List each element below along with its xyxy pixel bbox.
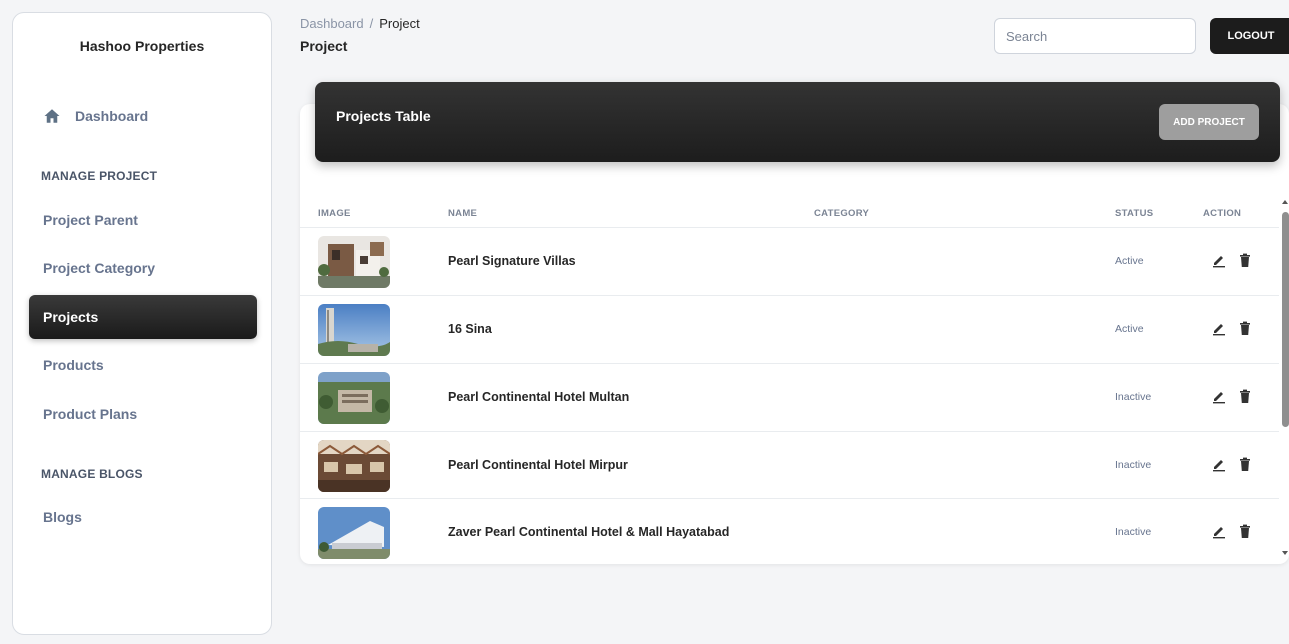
search-input[interactable]	[994, 18, 1196, 54]
table-scrollbar[interactable]	[1281, 200, 1289, 555]
scroll-down-arrow-icon[interactable]	[1282, 551, 1288, 555]
sidebar-item-project-parent[interactable]: Project Parent	[29, 198, 257, 242]
trash-icon[interactable]	[1237, 388, 1253, 404]
table-row: 16 Sina Active	[300, 295, 1279, 363]
column-header-category: CATEGORY	[814, 208, 870, 219]
table-row: Pearl Signature Villas Active	[300, 227, 1279, 295]
column-header-status: STATUS	[1115, 208, 1154, 219]
add-project-button[interactable]: ADD PROJECT	[1159, 104, 1259, 140]
status-badge: Active	[1115, 323, 1144, 335]
logout-button[interactable]: LOGOUT	[1210, 18, 1289, 54]
trash-icon[interactable]	[1237, 252, 1253, 268]
sidebar-item-label: Project Parent	[43, 212, 138, 228]
sidebar-item-label: Projects	[43, 309, 99, 325]
sidebar-item-label: Project Category	[43, 260, 156, 276]
pencil-icon[interactable]	[1211, 388, 1227, 404]
project-thumbnail	[318, 236, 390, 288]
scroll-up-arrow-icon[interactable]	[1282, 200, 1288, 204]
home-icon	[44, 109, 60, 123]
sidebar-item-label: Product Plans	[43, 406, 138, 422]
trash-icon[interactable]	[1237, 456, 1253, 472]
pencil-icon[interactable]	[1211, 456, 1227, 472]
column-header-name: NAME	[448, 208, 478, 219]
breadcrumb-root[interactable]: Dashboard	[300, 16, 364, 31]
project-name: 16 Sina	[448, 322, 492, 336]
sidebar-item-label: Blogs	[43, 509, 82, 525]
sidebar-item-products[interactable]: Products	[29, 343, 257, 387]
table-row: Pearl Continental Hotel Mirpur Inactive	[300, 431, 1279, 499]
project-thumbnail	[318, 440, 390, 492]
project-name: Zaver Pearl Continental Hotel & Mall Hay…	[448, 525, 730, 539]
sidebar-item-project-category[interactable]: Project Category	[29, 246, 257, 290]
column-header-action: ACTION	[1203, 208, 1242, 219]
sidebar-item-product-plans[interactable]: Product Plans	[29, 392, 257, 436]
brand-title: Hashoo Properties	[79, 38, 205, 54]
card-title: Projects Table	[336, 108, 431, 124]
sidebar: Hashoo Properties Dashboard MANAGE PROJE…	[12, 12, 272, 635]
table-row: Pearl Continental Hotel Multan Inactive	[300, 363, 1279, 431]
column-header-image: IMAGE	[318, 208, 351, 219]
section-title-manage-blogs: MANAGE BLOGS	[41, 467, 143, 481]
status-badge: Active	[1115, 255, 1144, 267]
project-thumbnail	[318, 372, 390, 424]
scroll-thumb[interactable]	[1282, 212, 1289, 427]
project-name: Pearl Continental Hotel Mirpur	[448, 458, 628, 472]
breadcrumb-current: Project	[379, 16, 420, 31]
sidebar-item-label: Dashboard	[75, 108, 149, 124]
project-thumbnail	[318, 304, 390, 356]
sidebar-item-label: Products	[43, 357, 104, 373]
pencil-icon[interactable]	[1211, 252, 1227, 268]
status-badge: Inactive	[1115, 391, 1152, 403]
project-thumbnail	[318, 507, 390, 559]
sidebar-item-blogs[interactable]: Blogs	[29, 495, 257, 539]
project-name: Pearl Signature Villas	[448, 254, 576, 268]
trash-icon[interactable]	[1237, 523, 1253, 539]
status-badge: Inactive	[1115, 459, 1152, 471]
table-row: Zaver Pearl Continental Hotel & Mall Hay…	[300, 498, 1279, 564]
pencil-icon[interactable]	[1211, 320, 1227, 336]
breadcrumb-separator: /	[369, 16, 374, 31]
section-title-manage-project: MANAGE PROJECT	[41, 169, 158, 183]
card-header: Projects Table ADD PROJECT	[315, 82, 1280, 162]
trash-icon[interactable]	[1237, 320, 1253, 336]
project-name: Pearl Continental Hotel Multan	[448, 390, 630, 404]
breadcrumb: Dashboard / Project	[300, 16, 420, 31]
sidebar-item-projects[interactable]: Projects	[29, 295, 257, 339]
sidebar-item-dashboard[interactable]: Dashboard	[29, 94, 257, 138]
status-badge: Inactive	[1115, 526, 1152, 538]
projects-card: IMAGE NAME CATEGORY STATUS ACTION Pearl …	[300, 104, 1289, 564]
pencil-icon[interactable]	[1211, 523, 1227, 539]
page-title: Project	[300, 38, 348, 54]
